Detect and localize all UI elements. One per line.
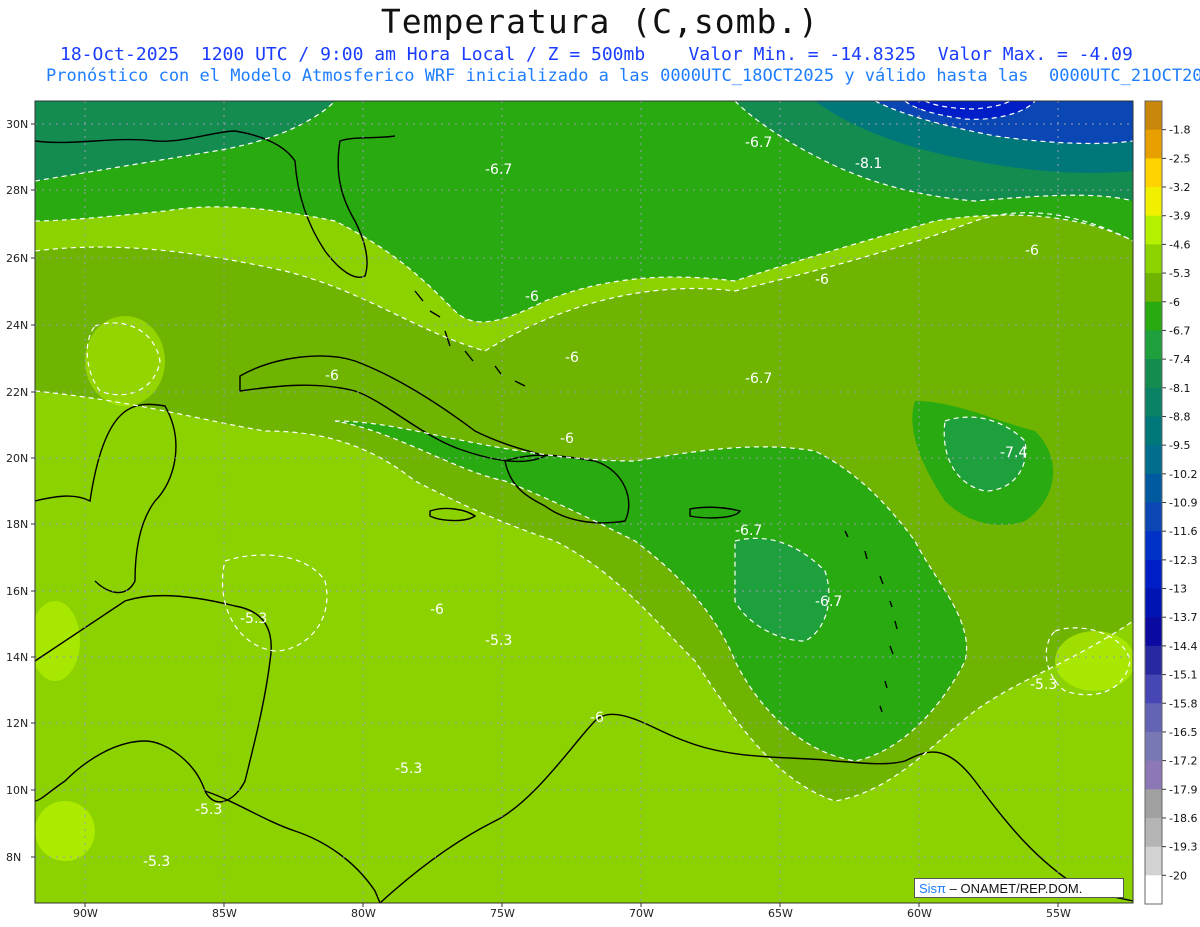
colorbar-label: -13 — [1169, 583, 1187, 596]
colorbar-swatch — [1145, 875, 1162, 905]
colorbar-swatch — [1145, 387, 1162, 417]
colorbar-label: -1.8 — [1169, 124, 1190, 137]
lon-label: 90W — [73, 907, 98, 920]
colorbar-label: -17.9 — [1169, 783, 1197, 796]
colorbar-swatch — [1145, 817, 1162, 848]
colorbar-label: -16.5 — [1169, 726, 1197, 739]
colorbar-swatch — [1145, 301, 1162, 331]
colorbar-label: -19.3 — [1169, 841, 1197, 854]
colorbar-label: -5.3 — [1169, 267, 1190, 280]
colorbar-swatch — [1145, 846, 1162, 876]
lat-label: 26N — [6, 252, 28, 265]
colorbar-swatch — [1145, 703, 1162, 733]
lon-label: 55W — [1046, 907, 1071, 920]
colorbar-swatch — [1145, 617, 1162, 647]
colorbar-label: -15.1 — [1169, 669, 1197, 682]
colorbar-swatch — [1145, 101, 1162, 131]
colorbar-swatch — [1145, 674, 1162, 704]
lat-label: 30N — [6, 118, 28, 131]
lat-label: 12N — [6, 717, 28, 730]
colorbar-swatch — [1145, 445, 1162, 475]
lon-label: 60W — [907, 907, 932, 920]
lon-label: 85W — [212, 907, 237, 920]
colorbar-label: -4.6 — [1169, 238, 1190, 251]
colorbar-label: -3.9 — [1169, 210, 1190, 223]
lat-label: 28N — [6, 184, 28, 197]
colorbar-label: -10.9 — [1169, 497, 1197, 510]
lat-label: 24N — [6, 319, 28, 332]
colorbar-label: -8.8 — [1169, 410, 1190, 423]
colorbar-label: -2.5 — [1169, 152, 1190, 165]
colorbar-swatch — [1145, 789, 1162, 819]
credit-brand: Sisπ — [919, 881, 947, 896]
colorbar-label: -13.7 — [1169, 611, 1197, 624]
colorbar-swatch — [1145, 645, 1162, 676]
credit-text: – ONAMET/REP.DOM. — [946, 881, 1083, 896]
colorbar-swatch — [1145, 473, 1162, 503]
colorbar-swatch — [1145, 273, 1162, 303]
colorbar-label: -6.7 — [1169, 324, 1190, 337]
lon-label: 70W — [629, 907, 654, 920]
lat-label: 10N — [6, 784, 28, 797]
axis-frame: 30N 28N 26N 24N 22N 20N 18N 16N 14N 12N 10N 8N 90W 8… — [6, 100, 1197, 920]
lat-label: 16N — [6, 585, 28, 598]
lon-label: 80W — [351, 907, 376, 920]
colorbar-swatch — [1145, 129, 1162, 159]
lat-label: 22N — [6, 386, 28, 399]
colorbar-label: -6 — [1169, 296, 1180, 309]
colorbar-label: -9.5 — [1169, 439, 1190, 452]
colorbar-label: -11.6 — [1169, 525, 1197, 538]
lat-label: 8N — [6, 851, 21, 864]
colorbar-swatch — [1145, 559, 1162, 590]
colorbar-label: -17.2 — [1169, 755, 1197, 768]
lat-label: 20N — [6, 452, 28, 465]
colorbar-swatch — [1145, 244, 1162, 274]
colorbar-label: -12.3 — [1169, 554, 1197, 567]
colorbar-swatch — [1145, 359, 1162, 389]
colorbar-label: -20 — [1169, 869, 1187, 882]
colorbar-label: -8.1 — [1169, 382, 1190, 395]
lat-label: 14N — [6, 651, 28, 664]
colorbar-swatch — [1145, 416, 1162, 446]
colorbar-swatch — [1145, 731, 1162, 762]
colorbar-label: -3.2 — [1169, 181, 1190, 194]
colorbar-swatch — [1145, 158, 1162, 188]
colorbar-label: -7.4 — [1169, 353, 1190, 366]
colorbar-label: -15.8 — [1169, 697, 1197, 710]
lat-label: 18N — [6, 518, 28, 531]
colorbar-swatch — [1145, 215, 1162, 245]
credit-box: Sisπ – ONAMET/REP.DOM. — [914, 878, 1124, 898]
colorbar-swatch — [1145, 502, 1162, 532]
colorbar-swatch — [1145, 330, 1162, 360]
colorbar-swatch — [1145, 531, 1162, 561]
colorbar-label: -10.2 — [1169, 468, 1197, 481]
colorbar-label: -18.6 — [1169, 812, 1197, 825]
colorbar-swatch — [1145, 760, 1162, 790]
lon-label: 75W — [490, 907, 515, 920]
colorbar-swatch — [1145, 588, 1162, 618]
lon-label: 65W — [768, 907, 793, 920]
colorbar-label: -14.4 — [1169, 640, 1197, 653]
colorbar-swatch — [1145, 187, 1162, 217]
